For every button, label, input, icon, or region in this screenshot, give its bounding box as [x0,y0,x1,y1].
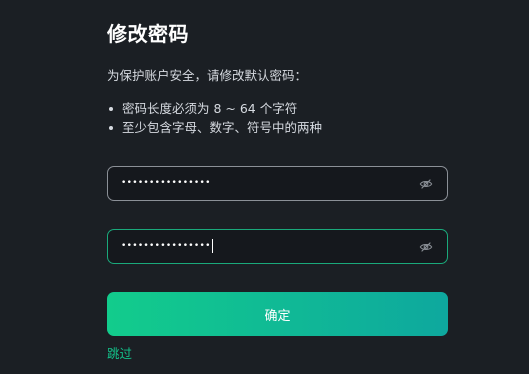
skip-link[interactable]: 跳过 [107,345,132,363]
change-password-panel: 修改密码 为保护账户安全，请修改默认密码： 密码长度必须为 8 ~ 64 个字符… [107,0,448,374]
password-rule-length: 密码长度必须为 8 ~ 64 个字符 [107,99,322,118]
confirm-password-value-wrap: •••••••••••••••• [121,230,213,263]
intro-text: 为保护账户安全，请修改默认密码： [107,68,308,83]
new-password-field[interactable]: •••••••••••••••• [107,166,448,201]
page-title: 修改密码 [107,22,189,46]
confirm-button[interactable]: 确定 [107,292,448,336]
text-caret [211,238,213,253]
password-rule-composition: 至少包含字母、数字、符号中的两种 [107,118,322,137]
confirm-password-value: •••••••••••••••• [121,241,211,251]
eye-off-icon[interactable] [419,177,433,191]
password-rules-list: 密码长度必须为 8 ~ 64 个字符 至少包含字母、数字、符号中的两种 [107,99,322,137]
new-password-value: •••••••••••••••• [121,178,211,188]
confirm-password-field[interactable]: •••••••••••••••• [107,229,448,264]
eye-off-icon[interactable] [419,240,433,254]
